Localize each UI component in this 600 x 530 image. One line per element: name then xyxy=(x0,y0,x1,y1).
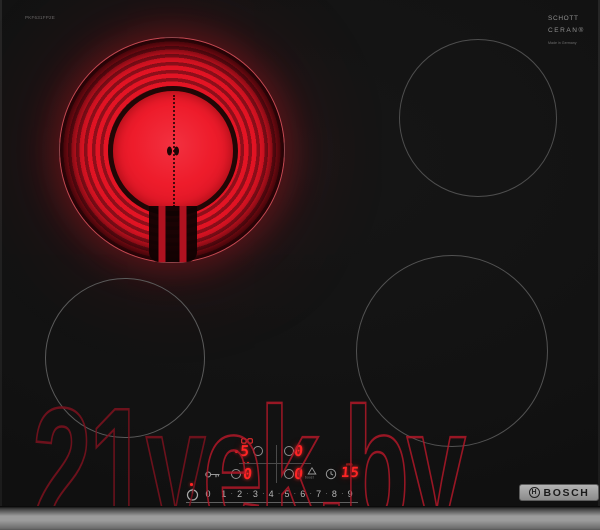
schott-ceran-logo: SCHOTT CERAN® Made in Germany xyxy=(548,15,600,50)
panel-divider-vertical xyxy=(276,445,277,483)
key-lock-icon[interactable] xyxy=(205,470,221,479)
slider-separator-dot: · xyxy=(325,489,328,498)
zone-select-front-left-button[interactable] xyxy=(231,469,241,479)
model-label: PKF631FP2E xyxy=(25,15,56,20)
bosch-emblem-icon: H xyxy=(528,487,540,498)
burner-front-right xyxy=(356,255,548,447)
display-timer: 15 xyxy=(340,465,361,481)
slider-level-4[interactable]: 4 xyxy=(269,489,274,499)
slider-separator-dot: · xyxy=(340,489,344,498)
slider-level-0[interactable]: 0 xyxy=(205,489,210,499)
slider-separator-dot: · xyxy=(230,489,234,498)
schott-line: SCHOTT xyxy=(548,15,579,23)
slider-level-7[interactable]: 7 xyxy=(316,489,321,499)
slider-level-1[interactable]: 1 xyxy=(221,489,226,499)
slider-underline xyxy=(186,502,358,503)
display-rear-right: 0 xyxy=(293,442,304,460)
slider-separator-dot: · xyxy=(261,489,265,498)
zone-select-rear-right-button[interactable] xyxy=(284,446,294,456)
active-zone-indicator-dot xyxy=(235,450,238,453)
slider-level-8[interactable]: 8 xyxy=(332,489,337,499)
slider-level-5[interactable]: 5 xyxy=(284,489,289,499)
panel-divider-horizontal xyxy=(239,463,311,464)
slider-level-3[interactable]: 3 xyxy=(253,489,258,499)
made-in-line: Made in Germany xyxy=(548,41,577,46)
slider-level-2[interactable]: 2 xyxy=(237,489,242,499)
hob-product-photo: PKF631FP2E SCHOTT CERAN® Made in Germany… xyxy=(0,0,600,530)
glass-left-edge xyxy=(0,0,2,506)
burner-thermostat-core xyxy=(167,146,179,156)
burner-element-leads xyxy=(149,206,197,262)
boost-icon[interactable] xyxy=(307,467,317,475)
power-icon[interactable] xyxy=(186,488,199,501)
timer-clock-icon[interactable] xyxy=(325,468,337,480)
burner-rear-right xyxy=(399,39,557,197)
slider-separator-dot: · xyxy=(246,489,249,498)
burner-front-left xyxy=(45,278,205,438)
display-rear-left: 5 xyxy=(239,442,250,460)
slider-separator-dot: · xyxy=(309,489,313,498)
bosch-brand-text: BOSCH xyxy=(543,486,590,499)
display-front-right: 0 xyxy=(293,465,304,483)
display-front-left: 0 xyxy=(242,465,253,483)
power-indicator-dot xyxy=(190,483,193,486)
zone-select-front-right-button[interactable] xyxy=(284,469,294,479)
zone-select-rear-left-button[interactable] xyxy=(253,446,263,456)
burner-inner-zone xyxy=(108,86,238,216)
burner-rear-left-active xyxy=(59,37,285,263)
slider-level-6[interactable]: 6 xyxy=(300,489,305,499)
slider-separator-dot: · xyxy=(277,489,281,498)
ceran-line: CERAN® xyxy=(548,26,585,34)
slider-level-9[interactable]: 9 xyxy=(348,489,353,499)
slider-separator-dot: · xyxy=(293,489,297,498)
front-trim-strip xyxy=(0,506,600,530)
bosch-logo-plaque: H BOSCH xyxy=(519,484,599,501)
boost-label: boost xyxy=(305,476,314,480)
